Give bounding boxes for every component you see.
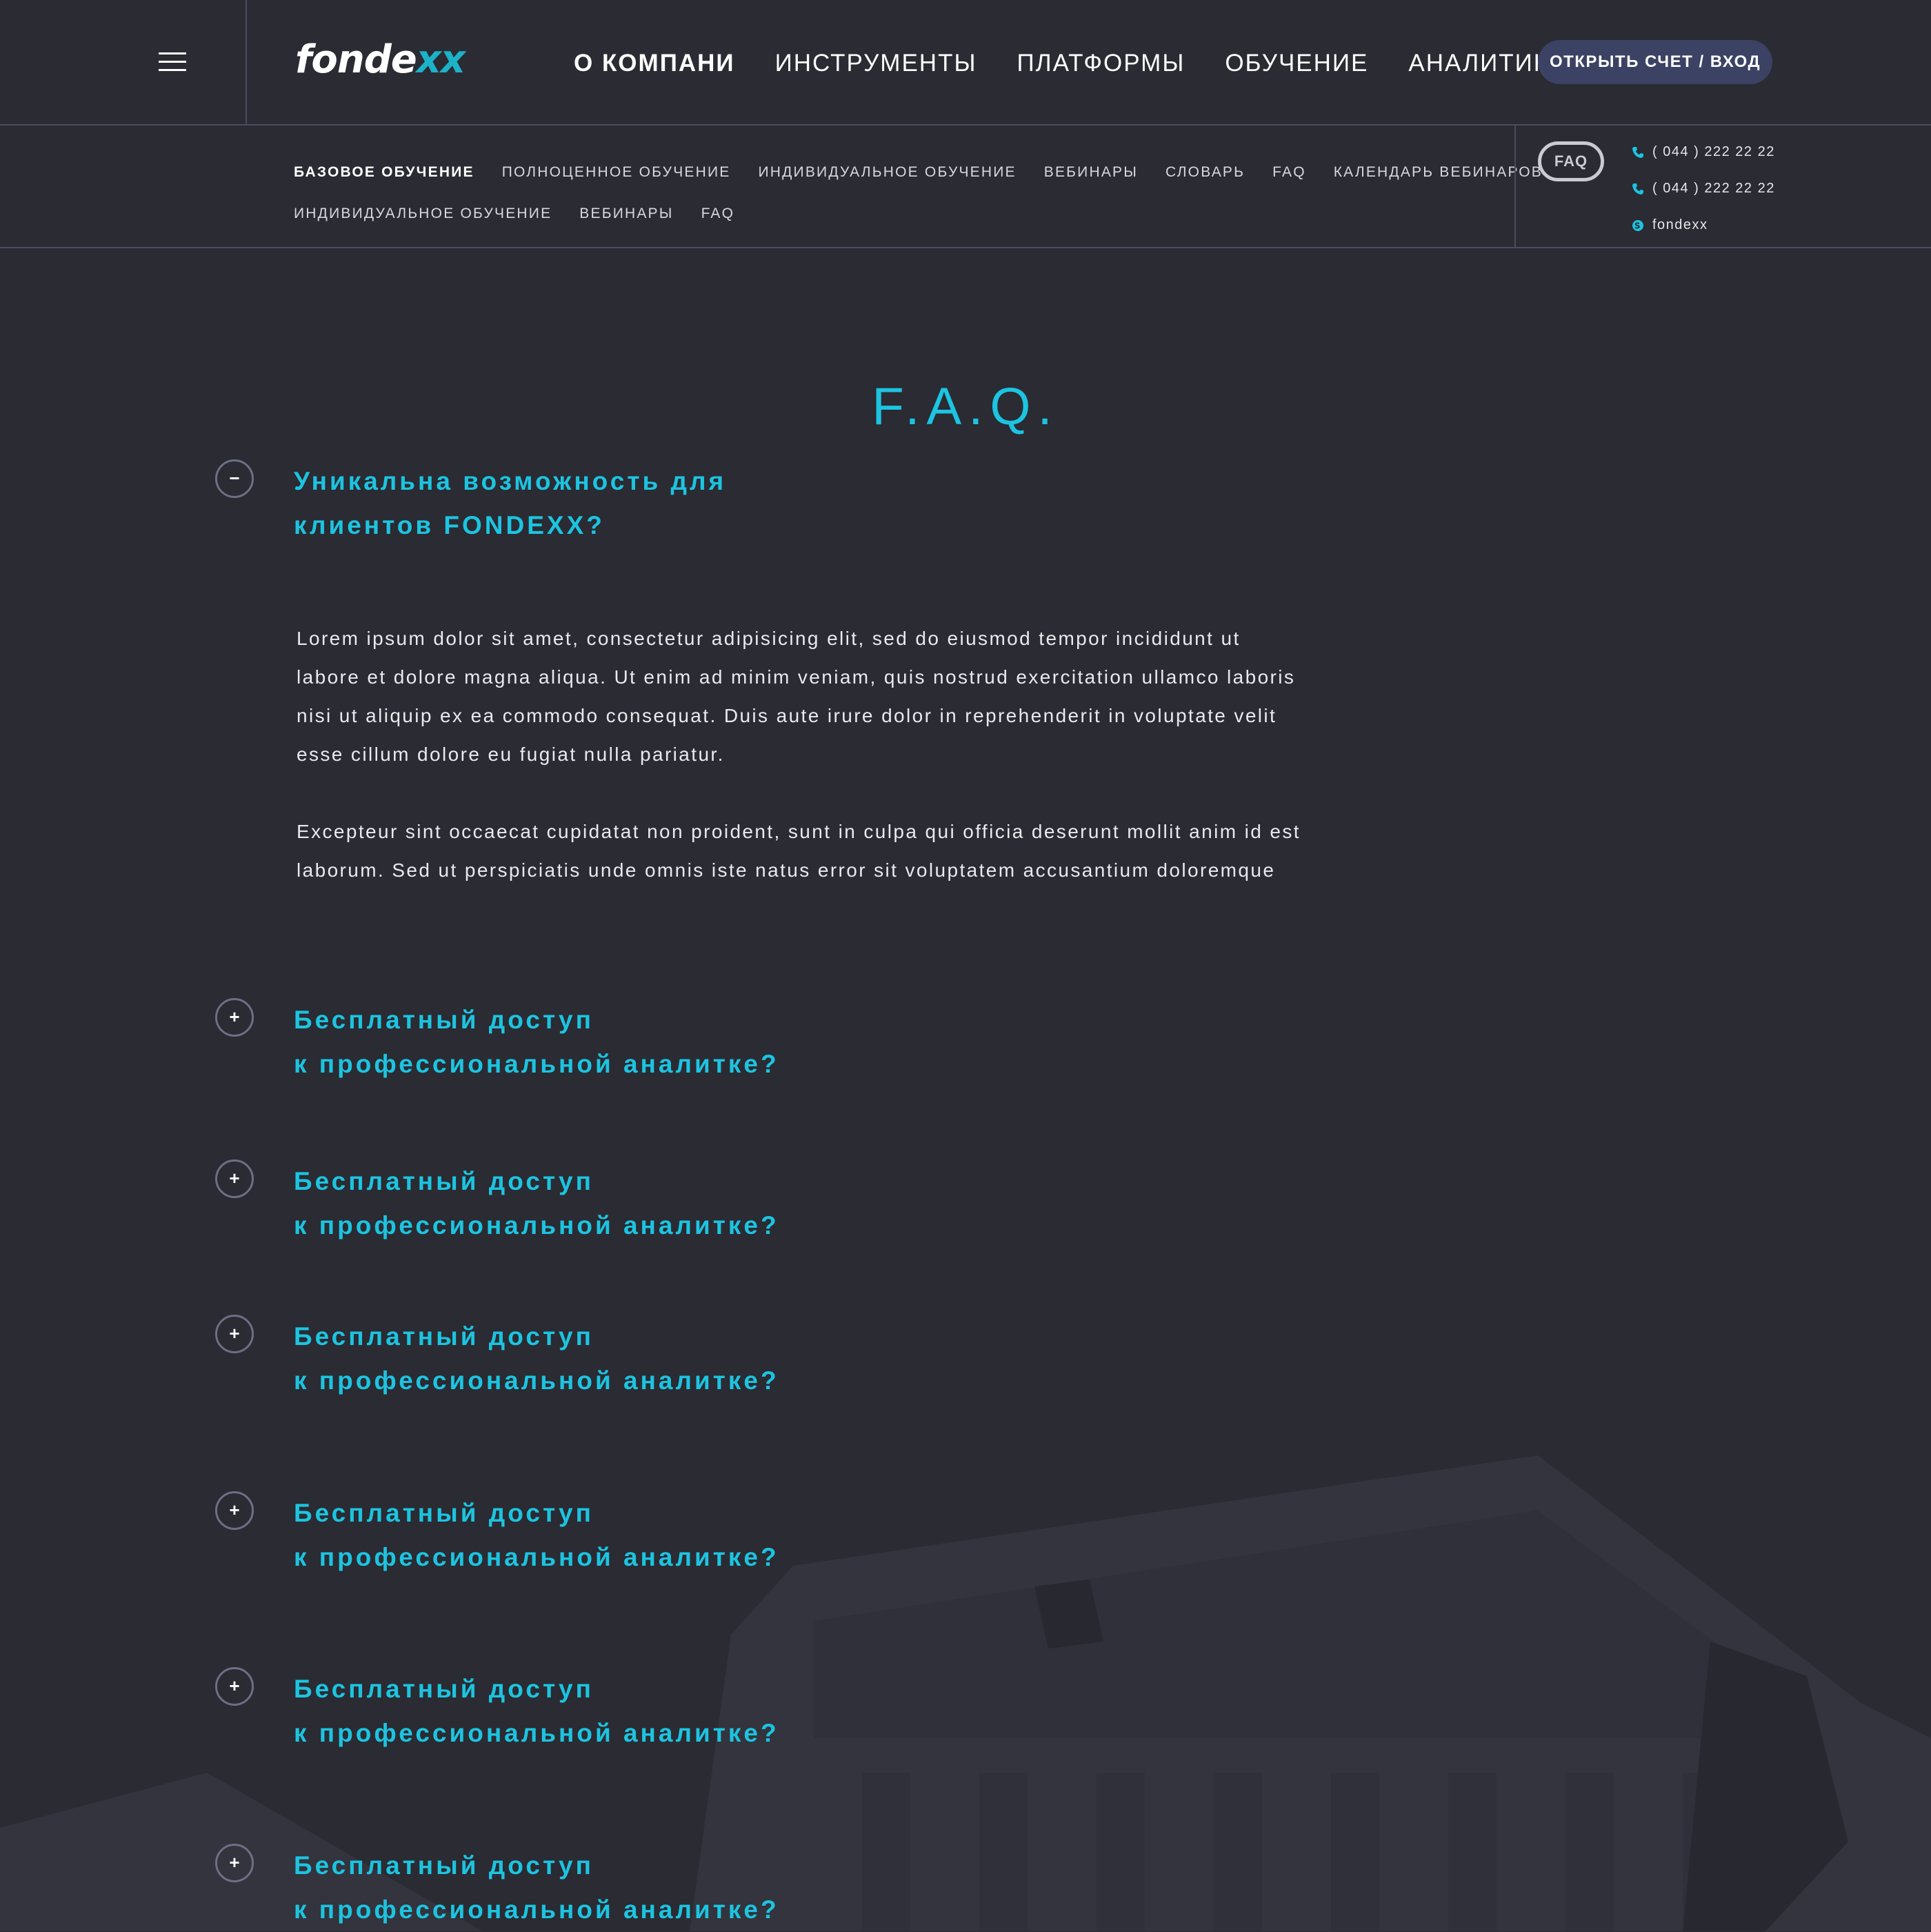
logo-accent: xx [416, 37, 466, 82]
subnav-webinar-calendar[interactable]: КАЛЕНДАРЬ ВЕБИНАРОВ [1334, 164, 1543, 181]
faq-question-line: к профессиональной аналитке? [294, 1366, 779, 1395]
contact-phone-1-text: ( 044 ) 222 22 22 [1652, 144, 1775, 159]
sub-header: БАЗОВОЕ ОБУЧЕНИЕ ПОЛНОЦЕННОЕ ОБУЧЕНИЕ ИН… [0, 124, 1931, 248]
background-building-image [0, 1455, 1931, 1931]
faq-question[interactable]: Бесплатный доступ к профессиональной ана… [294, 1667, 779, 1755]
expand-toggle-button[interactable]: + [215, 1491, 254, 1530]
page-title: F.A.Q. [872, 377, 1059, 436]
answer-line: Lorem ipsum dolor sit amet, consectetur … [297, 628, 1241, 649]
subnav-individual-education[interactable]: ИНДИВИДУАЛЬНОЕ ОБУЧЕНИЕ [758, 164, 1016, 181]
faq-question-line: Бесплатный доступ [294, 1322, 594, 1351]
subnav-webinars[interactable]: ВЕБИНАРЫ [1044, 164, 1138, 181]
faq-question[interactable]: Бесплатный доступ к профессиональной ана… [294, 1315, 779, 1403]
nav-company[interactable]: О КОМПАНИ [574, 47, 735, 80]
faq-question[interactable]: Бесплатный доступ к профессиональной ана… [294, 1159, 779, 1248]
faq-question-line: Бесплатный доступ [294, 1006, 594, 1034]
faq-question-line: Бесплатный доступ [294, 1499, 594, 1527]
logo[interactable]: fondexx [295, 36, 468, 84]
subnav-webinars-2[interactable]: ВЕБИНАРЫ [579, 206, 673, 222]
faq-question-line: Бесплатный доступ [294, 1167, 594, 1195]
faq-question[interactable]: Бесплатный доступ к профессиональной ана… [294, 1491, 779, 1580]
minus-icon: − [229, 468, 240, 488]
contact-list: ( 044 ) 222 22 22 ( 044 ) 222 22 22 S fo… [1632, 134, 1775, 243]
faq-question-line: Уникальна возможность для [294, 467, 727, 495]
answer-paragraph-1: Lorem ipsum dolor sit amet, consectetur … [297, 619, 1428, 774]
plus-icon: + [229, 1852, 240, 1873]
expand-toggle-button[interactable]: + [215, 998, 254, 1037]
answer-line: esse cillum dolore eu fugiat nulla paria… [297, 744, 725, 765]
answer-paragraph-2: Excepteur sint occaecat cupidatat non pr… [297, 813, 1428, 890]
answer-line: laborum. Sed ut perspiciatis unde omnis … [297, 859, 1276, 881]
hamburger-menu-button[interactable] [0, 0, 247, 124]
subnav-faq-2[interactable]: FAQ [701, 206, 735, 222]
subnav-individual-education-2[interactable]: ИНДИВИДУАЛЬНОЕ ОБУЧЕНИЕ [294, 206, 552, 222]
subheader-divider [1514, 124, 1516, 247]
contact-phone-2-text: ( 044 ) 222 22 22 [1652, 181, 1775, 196]
plus-icon: + [229, 1168, 240, 1188]
contact-phone-1[interactable]: ( 044 ) 222 22 22 [1632, 134, 1775, 170]
phone-icon [1632, 183, 1643, 195]
expand-toggle-button[interactable]: + [215, 1844, 254, 1882]
svg-text:S: S [1634, 221, 1641, 230]
skype-icon: S [1632, 219, 1643, 231]
top-header: fondexx О КОМПАНИ ИНСТРУМЕНТЫ ПЛАТФОРМЫ … [0, 0, 1931, 126]
answer-line: Excepteur sint occaecat cupidatat non pr… [297, 821, 1301, 842]
expand-toggle-button[interactable]: + [215, 1159, 254, 1198]
faq-question[interactable]: Бесплатный доступ к профессиональной ана… [294, 998, 779, 1086]
nav-platforms[interactable]: ПЛАТФОРМЫ [1017, 47, 1185, 80]
main-nav: О КОМПАНИ ИНСТРУМЕНТЫ ПЛАТФОРМЫ ОБУЧЕНИЕ… [574, 47, 1567, 80]
phone-icon [1632, 146, 1643, 158]
education-subnav: БАЗОВОЕ ОБУЧЕНИЕ ПОЛНОЦЕННОЕ ОБУЧЕНИЕ ИН… [294, 152, 1541, 235]
faq-question[interactable]: Уникальна возможность для клиентов FONDE… [294, 459, 726, 548]
answer-line: labore et dolore magna aliqua. Ut enim a… [297, 666, 1296, 688]
menu-icon [159, 52, 186, 71]
collapse-toggle-button[interactable]: − [215, 459, 254, 498]
faq-question-line: к профессиональной аналитке? [294, 1050, 779, 1078]
plus-icon: + [229, 1006, 240, 1027]
subnav-basic-education[interactable]: БАЗОВОЕ ОБУЧЕНИЕ [294, 164, 474, 181]
faq-question[interactable]: Бесплатный доступ к профессиональной ана… [294, 1844, 779, 1932]
contact-phone-2[interactable]: ( 044 ) 222 22 22 [1632, 170, 1775, 207]
plus-icon: + [229, 1500, 240, 1520]
faq-answer: Lorem ipsum dolor sit amet, consectetur … [297, 619, 1428, 928]
plus-icon: + [229, 1323, 240, 1344]
nav-education[interactable]: ОБУЧЕНИЕ [1225, 47, 1368, 80]
contact-skype-text: fondexx [1652, 217, 1708, 232]
faq-question-line: к профессиональной аналитке? [294, 1211, 779, 1239]
open-account-login-button[interactable]: ОТКРЫТЬ СЧЕТ / ВХОД [1538, 40, 1772, 84]
subnav-full-education[interactable]: ПОЛНОЦЕННОЕ ОБУЧЕНИЕ [502, 164, 731, 181]
faq-badge-button[interactable]: FAQ [1538, 141, 1604, 181]
contact-skype[interactable]: S fondexx [1632, 207, 1775, 243]
logo-text: fonde [295, 37, 417, 82]
nav-instruments[interactable]: ИНСТРУМЕНТЫ [775, 47, 977, 80]
faq-question-line: к профессиональной аналитке? [294, 1895, 779, 1924]
subnav-faq[interactable]: FAQ [1272, 164, 1306, 181]
faq-question-line: к профессиональной аналитке? [294, 1719, 779, 1747]
faq-question-line: Бесплатный доступ [294, 1675, 594, 1703]
expand-toggle-button[interactable]: + [215, 1315, 254, 1353]
expand-toggle-button[interactable]: + [215, 1667, 254, 1706]
answer-line: nisi ut aliquip ex ea commodo consequat.… [297, 705, 1277, 726]
plus-icon: + [229, 1675, 240, 1696]
subnav-dictionary[interactable]: СЛОВАРЬ [1165, 164, 1245, 181]
faq-question-line: клиентов FONDEXX? [294, 511, 605, 539]
faq-question-line: к профессиональной аналитке? [294, 1543, 779, 1571]
faq-question-line: Бесплатный доступ [294, 1851, 594, 1880]
